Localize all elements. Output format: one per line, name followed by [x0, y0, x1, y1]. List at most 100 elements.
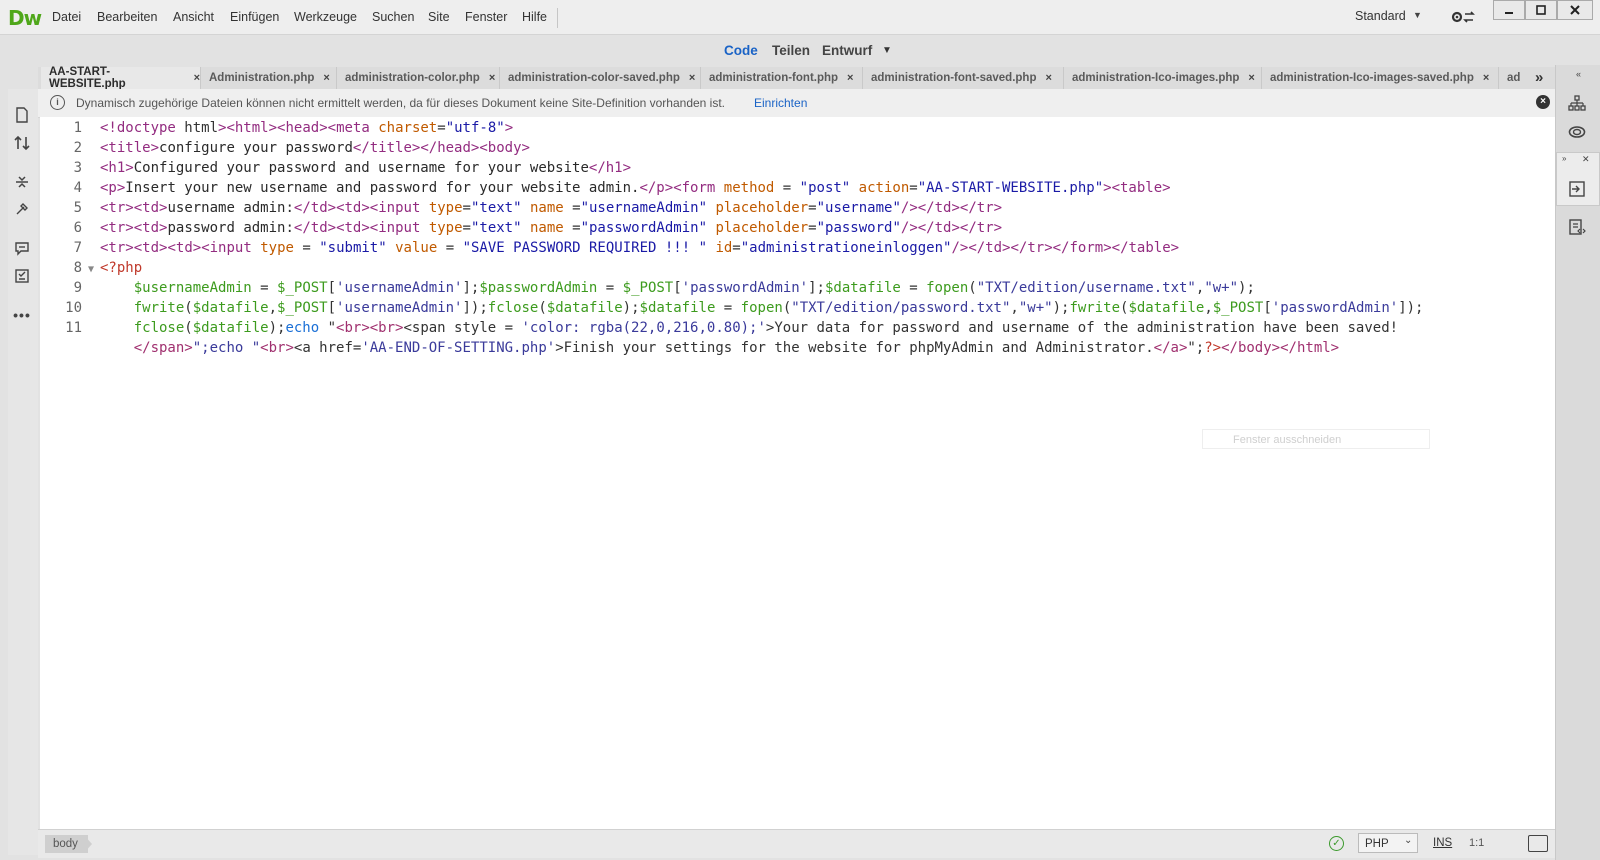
tab-administration-ico-images[interactable]: administration-Ico-images.php × [1064, 67, 1262, 89]
close-icon[interactable]: × [489, 72, 495, 84]
tab-administration-font-saved[interactable]: administration-font-saved.php × [863, 67, 1064, 89]
view-split-button[interactable]: Teilen [772, 43, 810, 58]
tab-label: administration-font.php [709, 72, 839, 84]
code-line[interactable]: 3 <h1>Configured your password and usern… [40, 159, 1424, 179]
apply-comment-icon[interactable] [13, 240, 31, 258]
chevron-down-icon[interactable]: ⌄ [1404, 835, 1412, 846]
code-line[interactable]: 9 $usernameAdmin = $_POST['usernameAdmin… [40, 279, 1424, 299]
tag-selector-arrow [84, 835, 92, 853]
line-number: 9 [73, 280, 82, 296]
dom-tree-icon[interactable] [1565, 92, 1589, 114]
tab-label: administration-color-saved.php [508, 72, 680, 84]
menu-suchen[interactable]: Suchen [372, 10, 414, 24]
line-number: 2 [73, 140, 82, 156]
tab-administration-ico-images-saved[interactable]: administration-Ico-images-saved.php × [1262, 67, 1499, 89]
tab-label: administration-Ico-images.php [1072, 72, 1240, 84]
close-icon[interactable]: ✕ [1582, 154, 1590, 165]
tab-label: AA-START-WEBSITE.php [49, 66, 126, 90]
sync-settings-icon[interactable] [1450, 8, 1476, 29]
tab-aa-start-website[interactable]: AA-START-WEBSITE.php × [41, 66, 201, 90]
maximize-button[interactable] [1525, 0, 1557, 20]
close-icon[interactable]: × [847, 72, 853, 84]
expand-icon[interactable]: » [1562, 154, 1566, 163]
code-line[interactable]: 4 <p>Insert your new username and passwo… [40, 179, 1424, 199]
close-icon[interactable]: × [323, 72, 329, 84]
tab-administration[interactable]: Administration.php × [201, 67, 337, 89]
code-line[interactable]: 6 <tr><td>password admin:</td><td><input… [40, 219, 1424, 239]
view-design-button[interactable]: Entwurf [822, 43, 872, 58]
insert-panel-icon[interactable] [1565, 178, 1589, 200]
menu-ansicht[interactable]: Ansicht [173, 10, 214, 24]
line-number: 1 [73, 120, 82, 136]
open-documents-icon[interactable] [13, 106, 31, 124]
close-icon[interactable]: × [1045, 72, 1051, 84]
menu-werkzeuge[interactable]: Werkzeuge [294, 10, 357, 24]
code-line[interactable]: 10 fwrite($datafile,$_POST['usernameAdmi… [40, 299, 1423, 319]
realtime-preview-icon[interactable] [1528, 835, 1548, 852]
snippets-icon[interactable] [1565, 216, 1589, 238]
tag-selector-body[interactable]: body [45, 835, 88, 853]
tab-label: Administration.php [209, 72, 315, 84]
fold-gutter [82, 301, 100, 319]
fold-gutter [82, 241, 100, 259]
fold-gutter [82, 201, 100, 219]
code-line[interactable]: 5 <tr><td>username admin:</td><td><input… [40, 199, 1424, 219]
file-management-icon[interactable] [13, 134, 31, 152]
code-line[interactable]: </span>";echo "<br><a href='AA-END-OF-SE… [40, 339, 1424, 359]
format-source-icon[interactable] [13, 200, 31, 218]
creative-cloud-icon[interactable] [1565, 121, 1589, 143]
line-number: 5 [73, 200, 82, 216]
tab-administration-color-saved[interactable]: administration-color-saved.php × [500, 67, 701, 89]
code-line[interactable]: 8 ▼ <?php [40, 259, 1424, 279]
close-window-button[interactable] [1557, 0, 1593, 20]
tab-label: administration-color.php [345, 72, 480, 84]
tab-label: ad [1507, 72, 1521, 84]
code-line[interactable]: 11 fclose($datafile);echo "<br><br><span… [40, 319, 1424, 339]
code-line[interactable]: 7 <tr><td><td><input type = "submit" val… [40, 239, 1424, 259]
tab-overflow-icon[interactable]: » [1535, 69, 1543, 86]
menu-datei[interactable]: Datei [52, 10, 81, 24]
workspace-switcher[interactable]: Standard [1355, 9, 1406, 23]
code-line[interactable]: 2 <title>configure your password</title>… [40, 139, 1424, 159]
fold-gutter [82, 281, 100, 299]
status-bar [38, 829, 1555, 858]
tab-administration-font[interactable]: administration-font.php × [701, 67, 863, 89]
dreamweaver-logo: Dw [8, 6, 42, 30]
remove-comment-icon[interactable] [13, 267, 31, 285]
tab-overflow-partial[interactable]: ad [1499, 67, 1529, 89]
chevron-down-icon[interactable]: ▼ [1413, 10, 1422, 20]
collapse-panel-icon[interactable]: « [1576, 69, 1581, 79]
menu-bearbeiten[interactable]: Bearbeiten [97, 10, 157, 24]
close-icon[interactable]: × [1483, 72, 1489, 84]
fold-gutter [82, 141, 100, 159]
close-icon[interactable]: × [194, 72, 200, 84]
tab-label: administration-font-saved.php [871, 72, 1037, 84]
tab-label: administration-Ico-images-saved.php [1270, 72, 1474, 84]
setup-site-link[interactable]: Einrichten [754, 96, 807, 110]
close-infobar-icon[interactable]: × [1536, 95, 1550, 109]
close-icon[interactable]: × [1248, 72, 1254, 84]
insert-mode-toggle[interactable]: INS [1433, 837, 1452, 849]
fold-gutter [82, 161, 100, 179]
expand-all-icon[interactable] [13, 173, 31, 191]
close-icon[interactable]: × [689, 72, 695, 84]
info-icon: i [50, 95, 65, 110]
linting-ok-icon[interactable]: ✓ [1329, 836, 1344, 851]
menu-einfuegen[interactable]: Einfügen [230, 10, 279, 24]
menu-hilfe[interactable]: Hilfe [522, 10, 547, 24]
tab-administration-color[interactable]: administration-color.php × [337, 67, 500, 89]
fold-gutter [82, 221, 100, 239]
menu-site[interactable]: Site [428, 10, 450, 24]
line-number: 4 [73, 180, 82, 196]
line-number: 10 [65, 300, 82, 316]
cut-window-tooltip: Fenster ausschneiden [1202, 429, 1430, 449]
fold-arrow-icon[interactable]: ▼ [82, 261, 100, 279]
menu-fenster[interactable]: Fenster [465, 10, 507, 24]
code-line[interactable]: 1 <!doctype html><html><head><meta chars… [40, 119, 1424, 139]
view-dropdown-icon[interactable]: ▼ [882, 45, 892, 56]
code-content[interactable]: 1 <!doctype html><html><head><meta chars… [40, 119, 1424, 359]
minimize-button[interactable] [1493, 0, 1525, 20]
more-options-icon[interactable]: ••• [13, 306, 31, 324]
menu-divider [557, 8, 558, 28]
view-code-button[interactable]: Code [724, 43, 758, 58]
